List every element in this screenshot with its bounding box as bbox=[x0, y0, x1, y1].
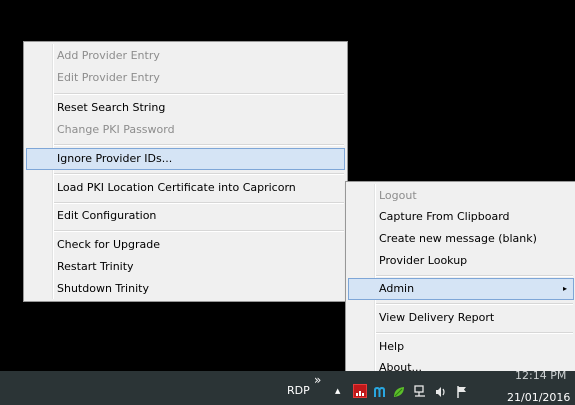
menu-item-provider-lookup[interactable]: Provider Lookup bbox=[348, 250, 574, 272]
volume-tray-icon[interactable] bbox=[434, 384, 448, 398]
context-menu-tray: Logout Capture From Clipboard Create new… bbox=[345, 181, 575, 378]
menu-item-change-pki-password[interactable]: Change PKI Password bbox=[26, 119, 345, 141]
menu-item-view-delivery-report[interactable]: View Delivery Report bbox=[348, 307, 574, 329]
submenu-arrow-icon: ▸ bbox=[562, 284, 567, 293]
menu-separator bbox=[54, 202, 344, 204]
menu-separator bbox=[54, 173, 344, 175]
clock-time[interactable]: 12:14 PM bbox=[515, 369, 566, 382]
speaker-icon bbox=[436, 387, 445, 397]
menu-item-check-for-upgrade[interactable]: Check for Upgrade bbox=[26, 234, 345, 256]
menu-separator bbox=[376, 332, 573, 334]
toolbar-overflow-chevron-icon[interactable]: » bbox=[314, 373, 321, 387]
menu-item-reset-search-string[interactable]: Reset Search String bbox=[26, 97, 345, 119]
menu-item-help[interactable]: Help bbox=[348, 336, 574, 358]
trinity-tray-icon[interactable] bbox=[353, 384, 367, 398]
clock-date[interactable]: 21/01/2016 bbox=[507, 391, 570, 404]
context-menu-main: Add Provider Entry Edit Provider Entry R… bbox=[23, 41, 348, 302]
m-letter-icon bbox=[374, 386, 385, 397]
menu-separator bbox=[54, 230, 344, 232]
menu-item-edit-provider-entry[interactable]: Edit Provider Entry bbox=[26, 67, 345, 89]
menu-item-edit-configuration[interactable]: Edit Configuration bbox=[26, 205, 345, 227]
menu-item-create-new-message[interactable]: Create new message (blank) bbox=[348, 228, 574, 250]
rdp-toolbar-label[interactable]: RDP bbox=[287, 384, 310, 397]
m-app-tray-icon[interactable] bbox=[373, 384, 387, 398]
menu-item-restart-trinity[interactable]: Restart Trinity bbox=[26, 256, 345, 278]
menu-item-logout[interactable]: Logout bbox=[348, 185, 574, 207]
show-hidden-icons-arrow-icon[interactable]: ▲ bbox=[335, 387, 340, 395]
menu-item-capture-from-clipboard[interactable]: Capture From Clipboard bbox=[348, 206, 574, 228]
action-center-tray-icon[interactable] bbox=[455, 384, 469, 398]
menu-item-load-pki-certificate[interactable]: Load PKI Location Certificate into Capri… bbox=[26, 177, 345, 199]
network-tray-icon[interactable] bbox=[413, 384, 427, 398]
menu-item-ignore-provider-ids[interactable]: Ignore Provider IDs... bbox=[26, 148, 345, 170]
menu-item-shutdown-trinity[interactable]: Shutdown Trinity bbox=[26, 278, 345, 300]
menu-separator bbox=[54, 144, 344, 146]
trinity-logo-icon bbox=[356, 391, 364, 396]
menu-separator bbox=[376, 303, 573, 305]
flag-icon bbox=[457, 386, 466, 398]
menu-item-admin[interactable]: Admin ▸ bbox=[348, 278, 574, 300]
taskbar: RDP » ▲ 12:14 PM 21/01/2016 bbox=[0, 369, 575, 405]
menu-separator bbox=[54, 93, 344, 95]
menu-item-add-provider-entry[interactable]: Add Provider Entry bbox=[26, 45, 345, 67]
leaf-app-tray-icon[interactable] bbox=[392, 384, 406, 398]
network-icon bbox=[414, 385, 425, 397]
menu-item-admin-label: Admin bbox=[379, 282, 415, 295]
menu-separator bbox=[376, 275, 573, 277]
green-leaf-icon bbox=[394, 387, 404, 397]
